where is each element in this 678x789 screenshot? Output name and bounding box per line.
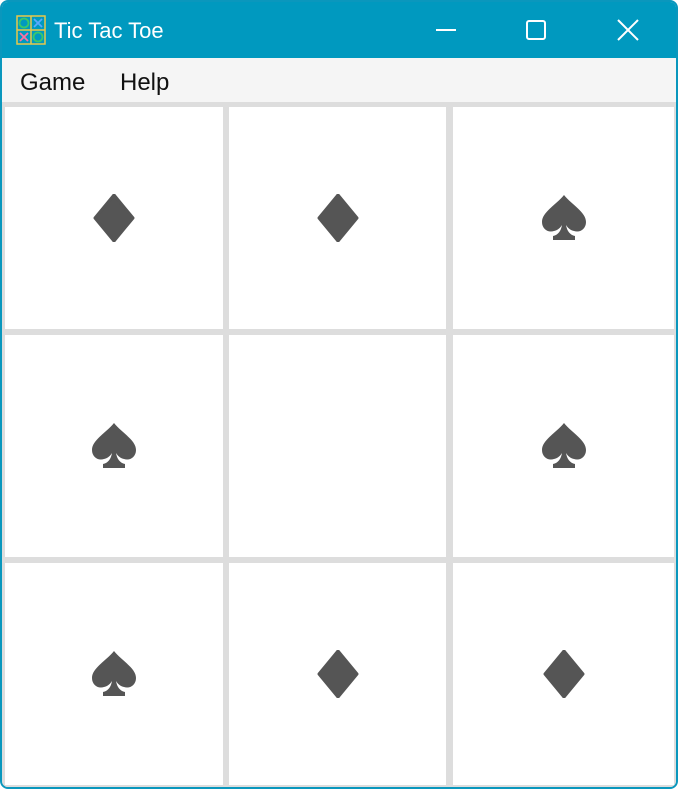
board-cell-r2-c2[interactable] bbox=[229, 335, 446, 557]
spade-icon bbox=[539, 421, 589, 471]
maximize-icon bbox=[525, 19, 547, 41]
menu-bar: Game Help bbox=[2, 58, 676, 103]
minimize-button[interactable] bbox=[400, 2, 492, 58]
board-cell-r2-c3[interactable] bbox=[453, 335, 674, 557]
title-bar[interactable]: Tic Tac Toe bbox=[2, 2, 676, 58]
close-button[interactable] bbox=[582, 2, 674, 58]
spade-icon bbox=[89, 649, 139, 699]
diamond-icon bbox=[92, 194, 136, 242]
spade-icon bbox=[539, 193, 589, 243]
minimize-icon bbox=[435, 19, 457, 41]
tic-tac-toe-icon bbox=[16, 15, 46, 45]
window-title: Tic Tac Toe bbox=[54, 18, 164, 43]
board-cell-r3-c2[interactable] bbox=[229, 563, 446, 785]
diamond-icon bbox=[316, 194, 360, 242]
maximize-button[interactable] bbox=[490, 2, 582, 58]
menu-help[interactable]: Help bbox=[120, 68, 169, 98]
diamond-icon bbox=[316, 650, 360, 698]
spade-icon bbox=[89, 421, 139, 471]
board-cell-r3-c1[interactable] bbox=[5, 563, 223, 785]
board-cell-r1-c3[interactable] bbox=[453, 107, 674, 329]
board-cell-r1-c1[interactable] bbox=[5, 107, 223, 329]
app-window: Tic Tac Toe Game Help bbox=[0, 0, 678, 789]
diamond-icon bbox=[542, 650, 586, 698]
board-cell-r2-c1[interactable] bbox=[5, 335, 223, 557]
board-cell-r1-c2[interactable] bbox=[229, 107, 446, 329]
game-board bbox=[2, 102, 676, 787]
close-icon bbox=[616, 18, 640, 42]
board-cell-r3-c3[interactable] bbox=[453, 563, 674, 785]
menu-game[interactable]: Game bbox=[20, 68, 85, 98]
